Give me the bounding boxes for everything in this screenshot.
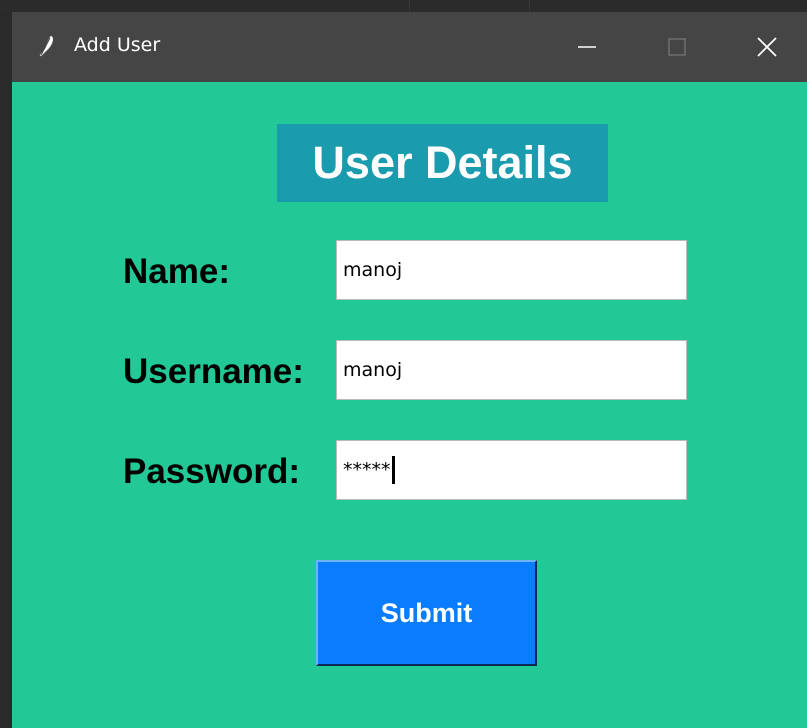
username-input-value: manoj — [343, 359, 403, 381]
add-user-window: Add User User Details Name: manoj Userna… — [12, 12, 807, 728]
close-icon — [757, 37, 777, 57]
username-label: Username: — [123, 352, 304, 391]
maximize-button[interactable] — [632, 12, 722, 82]
name-input[interactable]: manoj — [336, 240, 687, 300]
text-caret — [391, 456, 395, 484]
page-title: User Details — [312, 137, 573, 188]
form-area: User Details Name: manoj Username: manoj… — [12, 82, 807, 728]
feather-icon — [39, 35, 54, 57]
background-window-strip — [0, 0, 807, 12]
password-label: Password: — [123, 452, 300, 491]
password-input[interactable]: ***** — [336, 440, 687, 500]
close-button[interactable] — [722, 12, 807, 82]
maximize-icon — [668, 38, 686, 56]
heading-banner: User Details — [277, 124, 608, 202]
title-bar[interactable]: Add User — [12, 12, 807, 82]
background-window-edge — [0, 12, 12, 728]
minimize-icon — [578, 46, 596, 48]
name-label: Name: — [123, 252, 230, 291]
password-input-value: ***** — [343, 459, 391, 481]
minimize-button[interactable] — [542, 12, 632, 82]
name-input-value: manoj — [343, 259, 403, 281]
window-title: Add User — [74, 34, 161, 56]
submit-button[interactable]: Submit — [316, 560, 537, 666]
username-input[interactable]: manoj — [336, 340, 687, 400]
